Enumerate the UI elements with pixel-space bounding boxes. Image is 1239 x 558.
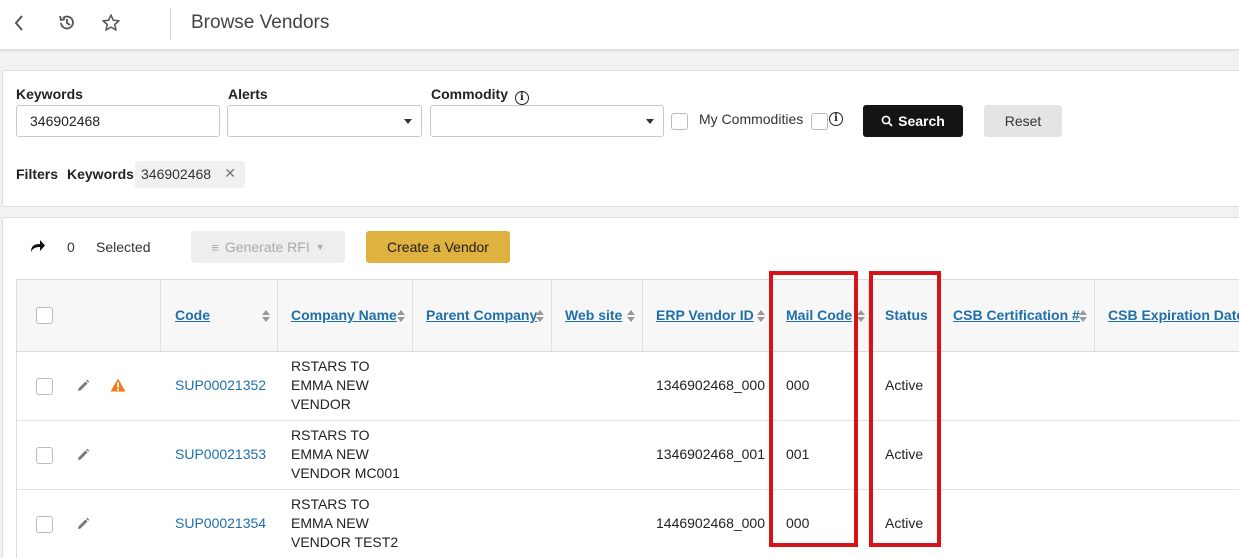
edit-icon[interactable] — [76, 379, 90, 393]
info-icon[interactable]: i — [514, 91, 529, 105]
column-header-company-name[interactable]: Company Name — [291, 307, 397, 323]
column-header-csb-expiration[interactable]: CSB Expiration Date — [1108, 307, 1239, 323]
filter-chip: 346902468 ✕ — [135, 161, 245, 188]
select-all-checkbox[interactable] — [36, 307, 53, 324]
share-icon[interactable] — [28, 238, 46, 254]
company-name: RSTARS TO EMMA NEW VENDOR TEST2 — [291, 496, 399, 550]
header-divider — [170, 8, 171, 40]
column-header-parent-company[interactable]: Parent Company — [426, 307, 537, 323]
table-row[interactable]: SUP00021354 RSTARS TO EMMA NEW VENDOR TE… — [17, 490, 1239, 558]
status-highlight — [869, 271, 941, 547]
vendor-code-link[interactable]: SUP00021353 — [175, 446, 266, 462]
history-icon[interactable] — [56, 10, 78, 36]
sort-icon[interactable] — [627, 310, 635, 324]
keywords-input[interactable]: 346902468 — [16, 105, 220, 137]
table-row[interactable]: SUP00021352 RSTARS TO EMMA NEW VENDOR 13… — [17, 352, 1239, 421]
column-code: Code — [161, 280, 278, 352]
create-vendor-button[interactable]: Create a Vendor — [366, 231, 510, 263]
sort-icon[interactable] — [857, 310, 865, 324]
commodity-label: Commodity i — [431, 86, 529, 105]
edit-icon[interactable] — [76, 517, 90, 531]
back-icon[interactable] — [8, 10, 30, 36]
top-bar: Browse Vendors — [0, 0, 1239, 50]
table-row[interactable]: SUP00021353 RSTARS TO EMMA NEW VENDOR MC… — [17, 421, 1239, 490]
sort-icon[interactable] — [397, 310, 405, 324]
filters-label: Filters — [16, 166, 59, 182]
my-commodities-label: My Commodities — [699, 111, 804, 127]
my-commodities-toggle-checkbox[interactable] — [811, 113, 828, 130]
vendor-code-link[interactable]: SUP00021352 — [175, 377, 266, 393]
chevron-down-icon: ▼ — [315, 242, 325, 252]
reset-button[interactable]: Reset — [984, 105, 1062, 137]
erp-vendor-id: 1446902468_000 — [656, 515, 766, 531]
row-checkbox[interactable] — [36, 447, 53, 464]
info-icon[interactable]: i — [829, 112, 843, 126]
column-csb-expiration: CSB Expiration Date — [1095, 280, 1239, 352]
column-header-csb-certification[interactable]: CSB Certification # — [953, 307, 1080, 323]
erp-vendor-id: 1346902468_001 — [656, 446, 766, 462]
chevron-down-icon — [404, 119, 412, 124]
generate-rfi-label: Generate RFI — [224, 239, 310, 255]
alerts-select[interactable] — [227, 105, 422, 137]
column-header-website[interactable]: Web site — [565, 307, 622, 323]
star-icon[interactable] — [100, 10, 122, 36]
edit-icon[interactable] — [76, 448, 90, 462]
filter-chip-value: 346902468 — [141, 166, 212, 182]
warning-icon[interactable] — [110, 378, 126, 392]
keywords-label: Keywords — [16, 86, 83, 102]
header-select-cell — [17, 280, 161, 352]
search-button-label: Search — [898, 113, 945, 129]
sort-icon[interactable] — [1079, 310, 1087, 324]
vendors-table: Code Company Name Parent Company Web sit… — [16, 279, 1239, 558]
sort-icon[interactable] — [757, 310, 765, 324]
list-icon: ≡ — [211, 239, 219, 255]
row-checkbox[interactable] — [36, 516, 53, 533]
sort-icon[interactable] — [262, 310, 270, 324]
search-icon — [881, 115, 893, 127]
column-erp-vendor-id: ERP Vendor ID — [643, 280, 773, 352]
erp-vendor-id: 1346902468_000 — [656, 377, 766, 393]
generate-rfi-button[interactable]: ≡ Generate RFI ▼ — [191, 231, 345, 263]
page-title: Browse Vendors — [191, 12, 330, 33]
alerts-label: Alerts — [228, 86, 268, 102]
column-header-erp-vendor-id[interactable]: ERP Vendor ID — [656, 307, 754, 323]
column-company-name: Company Name — [278, 280, 413, 352]
company-name: RSTARS TO EMMA NEW VENDOR — [291, 358, 370, 412]
search-button[interactable]: Search — [863, 105, 963, 137]
mail-code-highlight — [769, 271, 858, 547]
my-commodities-checkbox[interactable] — [671, 113, 688, 130]
column-csb-certification: CSB Certification # — [940, 280, 1095, 352]
column-parent-company: Parent Company — [413, 280, 552, 352]
commodity-label-text: Commodity — [431, 86, 508, 102]
row-checkbox[interactable] — [36, 378, 53, 395]
column-website: Web site — [552, 280, 643, 352]
chevron-down-icon — [646, 119, 654, 124]
selected-label: Selected — [96, 239, 151, 255]
selected-count: 0 — [67, 239, 75, 255]
column-header-code[interactable]: Code — [175, 307, 210, 323]
sort-icon[interactable] — [536, 310, 544, 324]
table-header: Code Company Name Parent Company Web sit… — [17, 280, 1239, 352]
company-name: RSTARS TO EMMA NEW VENDOR MC001 — [291, 427, 400, 481]
filter-keywords-label: Keywords: — [67, 166, 139, 182]
commodity-select[interactable] — [430, 105, 664, 137]
close-icon[interactable]: ✕ — [224, 165, 236, 182]
vendor-code-link[interactable]: SUP00021354 — [175, 515, 266, 531]
